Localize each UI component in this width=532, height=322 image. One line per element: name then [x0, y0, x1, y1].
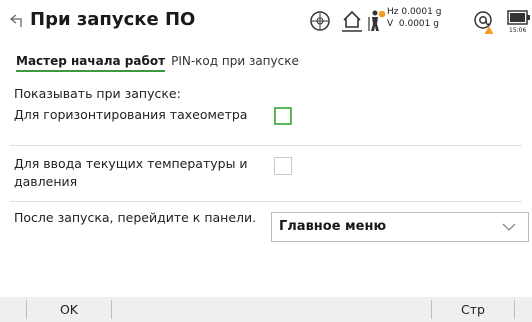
hz-readout: Hz 0.0001 g — [387, 7, 442, 17]
title-bar: При запуске ПО Hz 0.0001 g V 0.0001 g 15… — [0, 0, 532, 44]
softkey-separator — [514, 300, 515, 319]
after-launch-label: После запуска, перейдите к панели. — [14, 210, 257, 225]
softkey-separator — [111, 300, 112, 319]
divider — [10, 201, 522, 202]
tab-startup-wizard[interactable]: Мастер начала работ — [16, 54, 166, 72]
v-readout: V 0.0001 g — [387, 19, 439, 29]
crosshair-target-icon[interactable] — [307, 8, 333, 34]
home-level-icon[interactable] — [340, 8, 364, 34]
after-launch-select[interactable]: Главное меню — [271, 212, 529, 242]
leveling-checkbox[interactable] — [274, 107, 292, 125]
divider — [10, 145, 522, 146]
angle-readout: Hz 0.0001 g V 0.0001 g — [387, 6, 441, 30]
page-title: При запуске ПО — [30, 9, 196, 30]
chevron-down-icon — [502, 223, 516, 231]
tab-bar: Мастер начала работ PIN-код при запуске — [16, 54, 299, 74]
battery-icon[interactable] — [507, 10, 531, 26]
ok-button[interactable]: OK — [27, 297, 111, 322]
temperature-checkbox[interactable] — [274, 157, 292, 175]
temperature-option-label: Для ввода текущих температуры и давления — [14, 156, 248, 189]
after-launch-value: Главное меню — [279, 219, 387, 234]
leveling-option-label: Для горизонтирования тахеометра — [14, 107, 248, 122]
tab-pin-code[interactable]: PIN-код при запуске — [171, 54, 299, 72]
back-arrow-icon[interactable] — [8, 12, 26, 30]
section-label: Показывать при запуске: — [14, 86, 181, 101]
battery-time: 15:06 — [509, 27, 527, 34]
at-warning-icon[interactable] — [472, 8, 498, 36]
softkey-bar: OK Стр — [0, 297, 532, 322]
page-button[interactable]: Стр — [432, 297, 514, 322]
prism-person-icon[interactable] — [365, 8, 387, 34]
